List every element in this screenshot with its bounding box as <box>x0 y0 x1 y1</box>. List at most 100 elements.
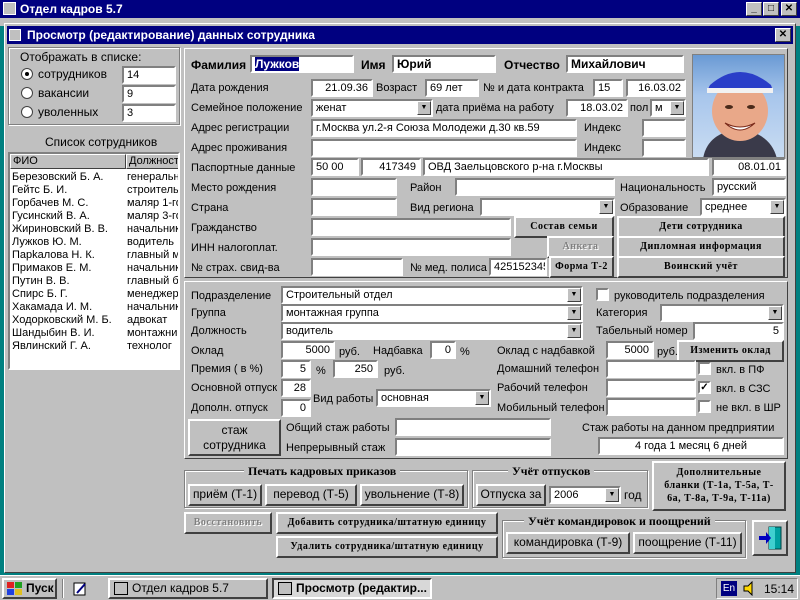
employee-row-position[interactable]: технолог <box>127 340 178 353</box>
employee-row-name[interactable]: Жириновский В. В. <box>12 223 124 236</box>
sex-select[interactable]: м ▼ <box>650 99 686 117</box>
employee-row-name[interactable]: Лужков Ю. М. <box>12 236 124 249</box>
chevron-down-icon[interactable]: ▼ <box>475 391 489 405</box>
main-leave-field[interactable]: 28 <box>281 379 311 397</box>
employee-row-name[interactable]: Явлинский Г. А. <box>12 340 124 353</box>
employee-row-name[interactable]: Хакамада И. М. <box>12 301 124 314</box>
chevron-down-icon[interactable]: ▼ <box>567 324 581 338</box>
chevron-down-icon[interactable]: ▼ <box>599 200 613 214</box>
patronymic-field[interactable]: Михайлович <box>566 55 684 73</box>
district-field[interactable] <box>455 178 615 196</box>
form-t2-button[interactable]: Форма Т-2 <box>549 256 614 278</box>
birthplace-field[interactable] <box>311 178 397 196</box>
name-field[interactable]: Юрий <box>392 55 496 73</box>
exit-button[interactable] <box>752 520 788 556</box>
diploma-button[interactable]: Дипломная информация <box>617 236 785 258</box>
radio-employees[interactable] <box>21 68 33 80</box>
employee-row-position[interactable]: начальник <box>127 262 178 275</box>
employee-row-name[interactable]: Путин В. В. <box>12 275 124 288</box>
live-address-field[interactable] <box>311 139 577 157</box>
add-employee-button[interactable]: Добавить сотрудника/штатную единицу <box>276 512 498 534</box>
reward-button[interactable]: поощрение (Т-11) <box>633 532 742 554</box>
chevron-down-icon[interactable]: ▼ <box>605 488 619 502</box>
employee-row-position[interactable]: адвокат <box>127 314 178 327</box>
salary-field[interactable]: 5000 <box>281 341 335 359</box>
chevron-down-icon[interactable]: ▼ <box>417 101 431 115</box>
employee-row-name[interactable]: Спирс Б. Г. <box>12 288 124 301</box>
employee-row-position[interactable]: главный б <box>127 275 178 288</box>
vacation-year-select[interactable]: 2006 ▼ <box>549 486 621 504</box>
inn-field[interactable] <box>311 238 511 256</box>
app-close-button[interactable]: ✕ <box>781 2 797 16</box>
employee-row-name[interactable]: Горбачев М. С. <box>12 197 124 210</box>
quicklaunch-icon[interactable] <box>72 581 88 597</box>
military-button[interactable]: Воинский учёт <box>617 256 785 278</box>
hire-date-field[interactable]: 18.03.02 <box>566 99 628 117</box>
employee-row-name[interactable]: Гейтс Б. И. <box>12 184 124 197</box>
vacation-button[interactable]: Отпуска за <box>476 484 546 506</box>
country-field[interactable] <box>311 198 397 216</box>
passport-issuer-field[interactable]: ОВД Заельцовского р-на г.Москвы <box>423 158 709 176</box>
education-select[interactable]: среднее ▼ <box>700 198 786 216</box>
surname-field[interactable]: Лужков <box>250 55 354 73</box>
premium-rub-field[interactable]: 250 <box>333 360 378 378</box>
trip-button[interactable]: командировка (Т-9) <box>506 532 630 554</box>
column-header-fio[interactable]: ФИО <box>10 154 126 169</box>
family-select[interactable]: женат ▼ <box>311 99 433 117</box>
employee-row-position[interactable]: маляр 3-го <box>127 210 178 223</box>
hire-order-button[interactable]: приём (Т-1) <box>188 484 262 506</box>
work-phone-field[interactable] <box>606 379 696 397</box>
passport-number-field[interactable]: 417349 <box>361 158 421 176</box>
children-button[interactable]: Дети сотрудника <box>617 216 785 238</box>
chevron-down-icon[interactable]: ▼ <box>567 288 581 302</box>
maximize-button[interactable]: □ <box>763 2 779 16</box>
passport-series-field[interactable]: 50 00 <box>311 158 359 176</box>
employee-row-position[interactable]: менеджер <box>127 288 178 301</box>
tab-number-field[interactable]: 5 <box>693 322 784 340</box>
med-field[interactable]: 425152345 <box>489 258 547 276</box>
bonus-field[interactable]: 0 <box>430 341 456 359</box>
change-salary-button[interactable]: Изменить оклад <box>677 340 784 362</box>
chevron-down-icon[interactable]: ▼ <box>770 200 784 214</box>
dialog-close-button[interactable]: ✕ <box>775 28 791 42</box>
anketa-button[interactable]: Анкета <box>547 236 614 258</box>
employee-list[interactable]: ФИО Должност Березовский Б. А. генеральн Г… <box>8 152 180 370</box>
employee-row-position[interactable]: строитель <box>127 184 178 197</box>
chevron-down-icon[interactable]: ▼ <box>567 306 581 320</box>
live-index-field[interactable] <box>642 139 686 157</box>
employee-row-position[interactable]: генеральн <box>127 171 178 184</box>
shr-checkbox[interactable] <box>698 400 711 413</box>
sze-checkbox[interactable]: ✓ <box>698 381 711 394</box>
fire-order-button[interactable]: увольнение (Т-8) <box>360 484 464 506</box>
restore-button[interactable]: Восстановить <box>184 512 272 534</box>
employee-row-position[interactable]: монтажни <box>127 327 178 340</box>
extra-forms-button[interactable]: Дополнительные бланки (Т-1а, Т-5а, Т- 6а… <box>652 461 786 511</box>
home-phone-field[interactable] <box>606 360 696 378</box>
employee-row-position[interactable]: начальник <box>127 301 178 314</box>
stazh-button[interactable]: стаж сотрудника <box>188 419 281 456</box>
contract-number-field[interactable]: 15 <box>593 79 623 97</box>
employee-row-name[interactable]: Березовский Б. А. <box>12 171 124 184</box>
delete-employee-button[interactable]: Удалить сотрудника/штатную единицу <box>276 536 498 558</box>
employee-row-name[interactable]: Гусинский В. А. <box>12 210 124 223</box>
dept-select[interactable]: Строительный отдел ▼ <box>281 286 583 304</box>
employee-row-position[interactable]: маляр 1-го <box>127 197 178 210</box>
employee-row-position[interactable]: начальник <box>127 223 178 236</box>
chevron-down-icon[interactable]: ▼ <box>768 306 782 320</box>
work-type-select[interactable]: основная ▼ <box>376 389 491 407</box>
column-header-position[interactable]: Должност <box>126 154 178 169</box>
mobile-field[interactable] <box>606 398 696 416</box>
position-select[interactable]: водитель ▼ <box>281 322 583 340</box>
lang-indicator[interactable]: En <box>721 581 737 596</box>
group-select[interactable]: монтажная группа ▼ <box>281 304 583 322</box>
head-checkbox[interactable] <box>596 288 609 301</box>
nationality-field[interactable]: русский <box>712 178 786 196</box>
birth-date-field[interactable]: 21.09.36 <box>311 79 373 97</box>
extra-leave-field[interactable]: 0 <box>281 399 311 417</box>
reg-index-field[interactable] <box>642 119 686 137</box>
chevron-down-icon[interactable]: ▼ <box>670 101 684 115</box>
radio-vacancies[interactable] <box>21 87 33 99</box>
reg-address-field[interactable]: г.Москва ул.2-я Союза Молодежи д.30 кв.5… <box>311 119 577 137</box>
employee-row-position[interactable]: главный м <box>127 249 178 262</box>
contract-date-field[interactable]: 16.03.02 <box>626 79 686 97</box>
